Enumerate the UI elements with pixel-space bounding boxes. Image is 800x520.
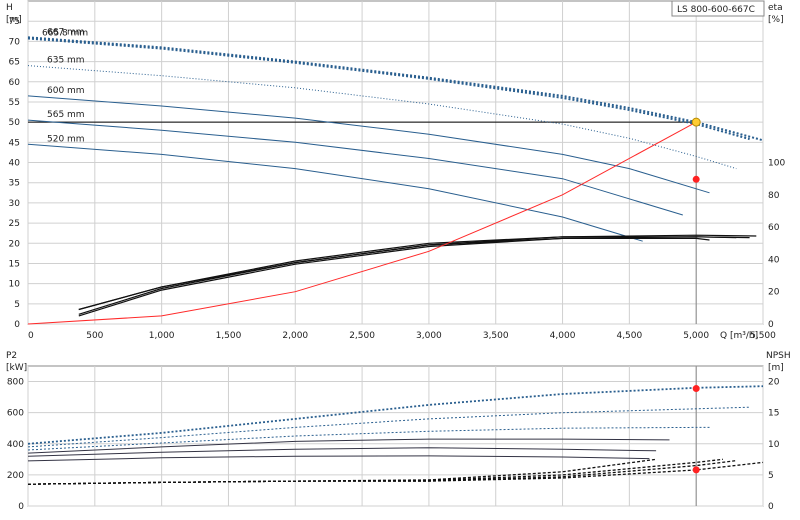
x-tick-label: 5,000 (683, 331, 709, 341)
p2-point (692, 385, 700, 393)
x-tick-label: 0 (28, 331, 34, 341)
bottom-plot-area (27, 365, 764, 507)
y-tick-label: 50 (9, 118, 21, 128)
bottom-y2-label: NPSH (766, 351, 791, 361)
y2-tick-label: 80 (768, 191, 780, 201)
npsh-tick-label: 0 (768, 502, 774, 512)
x-tick-label: 4,000 (550, 331, 576, 341)
p2-tick-label: 0 (18, 502, 24, 512)
pump-performance-chart: 667 mm665.8 mm635 mm600 mm565 mm520 mm 0… (6, 0, 791, 512)
top-y-unit: [m] (6, 15, 22, 25)
y-tick-label: 70 (9, 37, 21, 47)
y2-tick-label: 0 (768, 320, 774, 330)
curve-label: 665.8 mm (42, 29, 88, 39)
x-tick-label: 2,000 (282, 331, 308, 341)
y2-tick-label: 40 (768, 255, 780, 265)
x-tick-label: 1,000 (149, 331, 175, 341)
p2-tick-label: 600 (7, 409, 24, 419)
x-tick-label: 3,500 (483, 331, 509, 341)
npsh-tick-label: 20 (768, 378, 780, 388)
top-y-label: H (6, 3, 13, 13)
y-tick-label: 20 (9, 239, 21, 249)
npsh-point (692, 466, 700, 474)
npsh-tick-label: 5 (768, 471, 774, 481)
p2-tick-label: 400 (7, 440, 24, 450)
y-tick-label: 15 (9, 259, 20, 269)
x-tick-label: 2,500 (349, 331, 375, 341)
x-tick-label: 1,500 (216, 331, 242, 341)
x-tick-label: 500 (86, 331, 103, 341)
bottom-y-unit: [kW] (6, 363, 27, 373)
curve-label: 635 mm (47, 56, 85, 66)
x-tick-label: 4,500 (616, 331, 642, 341)
npsh-tick-label: 15 (768, 409, 779, 419)
curve-label: 520 mm (47, 134, 85, 144)
y-tick-label: 60 (9, 78, 21, 88)
top-y2-label: eta (768, 3, 783, 13)
y-tick-label: 5 (14, 300, 20, 310)
p2-tick-label: 200 (7, 471, 24, 481)
y-tick-label: 0 (14, 320, 20, 330)
x-axis-label: Q [m³/h] (720, 331, 758, 341)
chart-title: LS 800-600-667C (677, 5, 755, 15)
top-y2-unit: [%] (768, 15, 784, 25)
curve-label: 565 mm (47, 110, 85, 120)
p2-tick-label: 800 (7, 378, 24, 388)
y-tick-label: 45 (9, 138, 20, 148)
y-tick-label: 35 (9, 179, 20, 189)
y-tick-label: 55 (9, 98, 20, 108)
operating-point (691, 117, 701, 127)
x-tick-label: 3,000 (416, 331, 442, 341)
y-tick-label: 30 (9, 199, 21, 209)
y-tick-label: 10 (9, 280, 21, 290)
y2-tick-label: 20 (768, 288, 780, 298)
eta-point (692, 175, 700, 183)
y-tick-label: 40 (9, 159, 21, 169)
y2-tick-label: 100 (768, 159, 785, 169)
y2-tick-label: 60 (768, 223, 780, 233)
y-tick-label: 25 (9, 219, 20, 229)
y-tick-label: 65 (9, 58, 20, 68)
npsh-tick-label: 10 (768, 440, 780, 450)
bottom-y-label: P2 (6, 351, 17, 361)
curve-label: 600 mm (47, 86, 85, 96)
bottom-y2-unit: [m] (768, 363, 784, 373)
